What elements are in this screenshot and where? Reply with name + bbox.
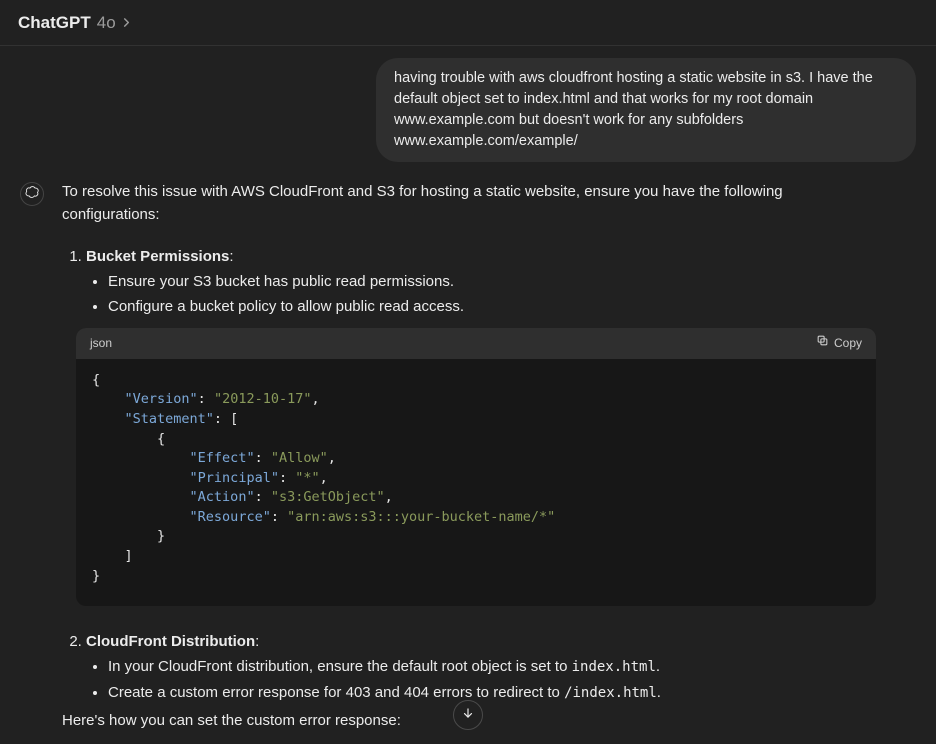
user-message-text: having trouble with aws cloudfront hosti… xyxy=(394,70,873,149)
section2-bullet-1: In your CloudFront distribution, ensure … xyxy=(108,655,876,679)
topbar: ChatGPT 4o xyxy=(0,0,936,46)
scroll-to-bottom-button[interactable] xyxy=(453,700,483,730)
copy-button[interactable]: Copy xyxy=(816,334,862,353)
section2-colon: : xyxy=(255,633,259,650)
model-name: 4o xyxy=(97,13,116,33)
step-1: Go to your CloudFront distribution. xyxy=(118,740,876,744)
section1-bullet-2: Configure a bucket policy to allow publi… xyxy=(108,295,876,318)
inline-code: index.html xyxy=(572,659,656,675)
copy-label: Copy xyxy=(834,334,862,353)
section-bucket-permissions: Bucket Permissions: Ensure your S3 bucke… xyxy=(86,245,876,607)
chat-area: having trouble with aws cloudfront hosti… xyxy=(0,46,936,744)
code-content[interactable]: { "Version": "2012-10-17", "Statement": … xyxy=(76,359,876,606)
openai-logo-icon xyxy=(25,185,40,204)
assistant-intro: To resolve this issue with AWS CloudFron… xyxy=(62,180,876,227)
assistant-message-body: To resolve this issue with AWS CloudFron… xyxy=(62,180,916,744)
user-message-row: having trouble with aws cloudfront hosti… xyxy=(20,58,916,162)
section1-bullet-1: Ensure your S3 bucket has public read pe… xyxy=(108,270,876,293)
chevron-right-icon xyxy=(122,16,131,30)
assistant-avatar xyxy=(20,182,44,206)
section1-bullets: Ensure your S3 bucket has public read pe… xyxy=(86,270,876,319)
section1-title: Bucket Permissions xyxy=(86,248,229,265)
section2-title: CloudFront Distribution xyxy=(86,633,255,650)
arrow-down-icon xyxy=(461,706,475,724)
copy-icon xyxy=(816,334,829,353)
user-message-bubble: having trouble with aws cloudfront hosti… xyxy=(376,58,916,162)
section2-bullets: In your CloudFront distribution, ensure … xyxy=(86,655,876,704)
code-lang-label: json xyxy=(90,334,112,353)
code-block: json Copy { "Version": xyxy=(76,328,876,606)
section2-bullet-2: Create a custom error response for 403 a… xyxy=(108,681,876,705)
main-ordered-list: Bucket Permissions: Ensure your S3 bucke… xyxy=(62,245,876,744)
section-cloudfront-distribution: CloudFront Distribution: In your CloudFr… xyxy=(86,630,876,744)
model-selector[interactable]: ChatGPT 4o xyxy=(18,13,131,33)
brand-name: ChatGPT xyxy=(18,13,91,33)
inline-code: /index.html xyxy=(564,685,657,701)
section1-colon: : xyxy=(229,248,233,265)
code-header: json Copy xyxy=(76,328,876,359)
assistant-message-row: To resolve this issue with AWS CloudFron… xyxy=(20,180,916,744)
error-response-steps: Go to your CloudFront distribution. Clic… xyxy=(86,740,876,744)
